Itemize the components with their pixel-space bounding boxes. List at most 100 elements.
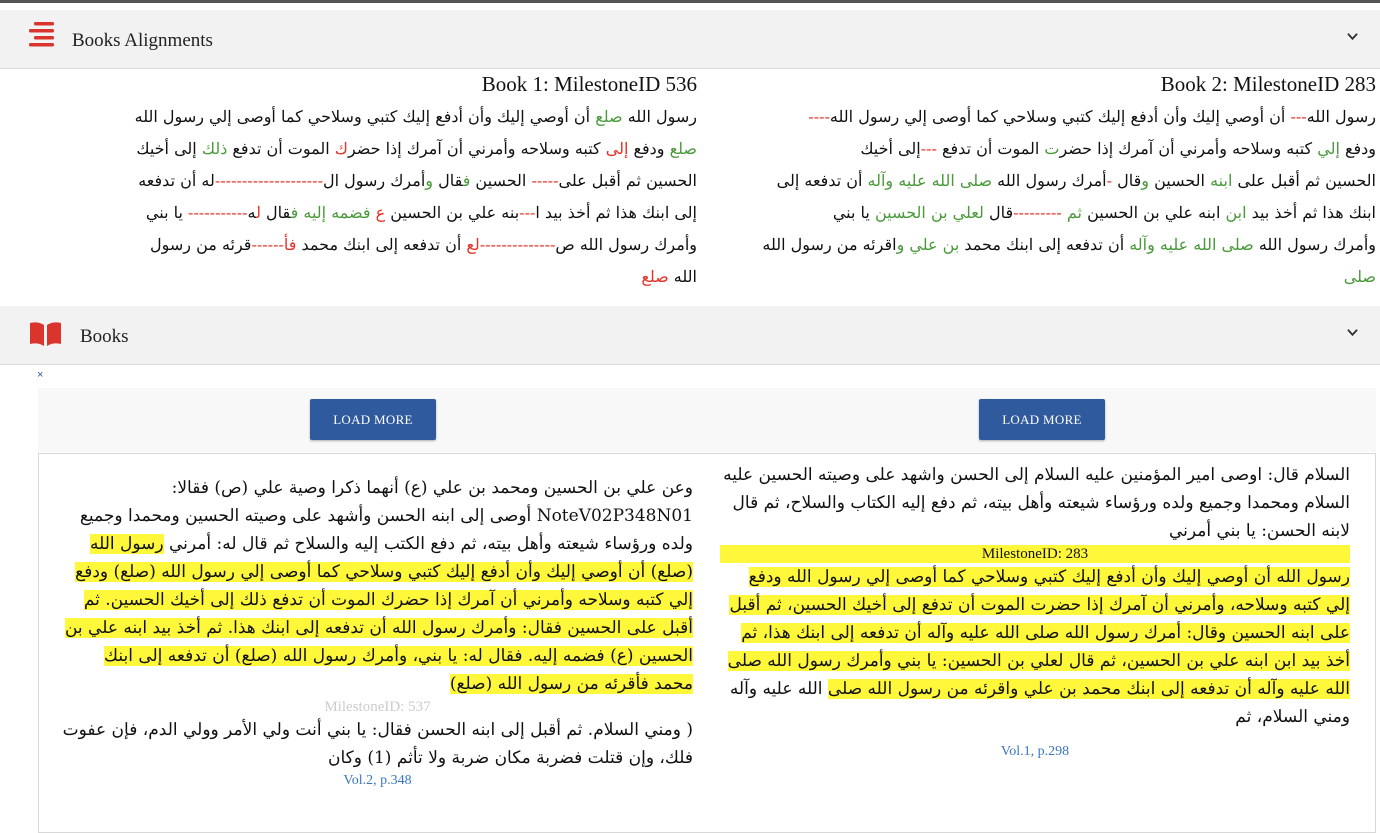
alignment-segment: ودفع bbox=[628, 139, 670, 158]
alignment-segment: ابنه علي بن الحسين bbox=[1082, 203, 1226, 222]
matched-token: صلى bbox=[1343, 267, 1376, 286]
book1-milestone-label: MilestoneID: 537 bbox=[324, 699, 431, 715]
book1-alignment-heading: Book 1: MilestoneID 536 bbox=[481, 72, 697, 96]
alignment-segment: اقرئه من رسول الله bbox=[762, 235, 897, 254]
books-panel-header[interactable]: Books bbox=[0, 306, 1380, 365]
matched-token: ذلك bbox=[201, 139, 228, 158]
mismatched-token: -------------- bbox=[479, 235, 556, 254]
alignments-panel-header[interactable]: Books Alignments bbox=[0, 10, 1380, 69]
chevron-down-icon[interactable] bbox=[1347, 31, 1358, 42]
chevron-down-icon[interactable] bbox=[1347, 327, 1358, 338]
mismatched-token: -------------------- bbox=[214, 171, 323, 190]
book2-text-before: السلام قال: اوصى امير المؤمنين عليه السل… bbox=[723, 465, 1350, 541]
load-more-toolbar bbox=[38, 388, 1376, 452]
matched-token: ابن bbox=[1225, 203, 1247, 222]
book2-load-more-button[interactable]: LOAD MORE bbox=[979, 399, 1105, 440]
alignment-segment: كتبه وسلاحه وأمرني أن آمرك إذا حضر bbox=[347, 139, 606, 158]
alignment-segment: ابنك هذا ثم أخذ بيد bbox=[1246, 203, 1376, 222]
book1-alignment-line: الله صلع bbox=[57, 261, 697, 293]
alignment-segment: أمرك رسول ال bbox=[322, 171, 426, 190]
alignment-segment: الموت أن تدفع bbox=[936, 139, 1045, 158]
alignment-segment: قال bbox=[260, 203, 291, 222]
matched-token: صلع bbox=[669, 139, 697, 158]
matched-token: ثم bbox=[1066, 203, 1082, 222]
book2-alignment-text: رسول الله--- أن أوصي إليك وأن أدفع إليك … bbox=[726, 101, 1376, 293]
open-book-icon bbox=[30, 322, 61, 346]
mismatched-token: --- bbox=[1290, 107, 1307, 126]
matched-token: ابنه bbox=[1210, 171, 1233, 190]
alignment-segment: إلى أخيك bbox=[136, 139, 202, 158]
book2-alignment-heading: Book 2: MilestoneID 283 bbox=[1160, 72, 1376, 96]
book2-page: السلام قال: اوصى امير المؤمنين عليه السل… bbox=[720, 461, 1350, 761]
matched-token: و bbox=[425, 171, 433, 190]
matched-token: إلي bbox=[1317, 139, 1340, 158]
book2-alignment-line: ابنك هذا ثم أخذ بيد ابن ابنه علي بن الحس… bbox=[726, 197, 1376, 229]
mismatched-token: --- bbox=[920, 139, 937, 158]
book2-page-text: رسول الله أن أوصي إليك وأن أدفع إليك كتب… bbox=[720, 563, 1350, 731]
alignment-segment: أن أوصي إليك وأن أدفع إليك كتبي وسلاحي ك… bbox=[134, 107, 596, 126]
alignment-segment: رسول الله bbox=[622, 107, 697, 126]
alignment-segment: الموت أن تدفع bbox=[227, 139, 335, 158]
alignment-segment: وأمرك رسول الله bbox=[1253, 235, 1376, 254]
alignment-segment: يا بني bbox=[832, 203, 875, 222]
close-icon[interactable]: × bbox=[37, 369, 43, 381]
alignment-segment: أن تدفعه إلى bbox=[776, 171, 868, 190]
book1-alignment-line: إلى ابنك هذا ثم أخذ بيد ا---بنه علي بن ا… bbox=[57, 197, 697, 229]
alignment-segment: بنه علي بن الحسين bbox=[385, 203, 520, 222]
book1-alignment-line: الحسين ثم أقبل على----- الحسين فقال وأمر… bbox=[57, 165, 697, 197]
alignment-segment: الله bbox=[668, 267, 697, 286]
mismatched-token: ----------- bbox=[188, 203, 248, 222]
book2-milestone-label: MilestoneID: 283 bbox=[720, 545, 1350, 563]
book1-alignment-line: صلع ودفع إلى كتبه وسلاحه وأمرني أن آمرك … bbox=[57, 133, 697, 165]
mismatched-token: لع bbox=[466, 235, 480, 254]
book1-volume-link[interactable]: Vol.2, p.348 bbox=[62, 772, 693, 790]
book2-alignment-line: وأمرك رسول الله صلى الله عليه وآله أن تد… bbox=[726, 229, 1376, 261]
matched-token: صلع bbox=[595, 107, 623, 126]
matched-token: صلى الله عليه bbox=[898, 171, 993, 190]
alignment-segment: إلى أخيك bbox=[860, 139, 921, 158]
alignment-segment: ه bbox=[247, 203, 257, 222]
mismatched-token: ----- bbox=[531, 171, 559, 190]
book2-alignment-line: ودفع إلي كتبه وسلاحه وأمرني أن آمرك إذا … bbox=[726, 133, 1376, 165]
alignment-segment: أمرك رسول الله bbox=[992, 171, 1107, 190]
mismatched-token: إلى bbox=[605, 139, 629, 158]
alignment-segment: الحسين bbox=[470, 171, 532, 190]
matched-token: ت bbox=[1044, 139, 1060, 158]
mismatched-token: صلع bbox=[641, 267, 669, 286]
book1-alignment-line: رسول الله صلع أن أوصي إليك وأن أدفع إليك… bbox=[57, 101, 697, 133]
book1-page: وعن علي بن الحسين ومحمد بن علي (ع) أنهما… bbox=[62, 474, 693, 790]
matched-token: فضمه إليه bbox=[303, 203, 371, 222]
alignment-segment: الحسين bbox=[1148, 171, 1211, 190]
matched-token: و bbox=[1141, 171, 1149, 190]
book1-text-before: وعن علي بن الحسين ومحمد بن علي (ع) أنهما… bbox=[79, 478, 693, 554]
mismatched-token: ك bbox=[334, 139, 348, 158]
mismatched-token: --- bbox=[519, 203, 536, 222]
alignment-segment: أن أوصي إليك وأن أدفع إليك كتبي وسلاحي ك… bbox=[829, 107, 1291, 126]
alignment-segment: أن تدفعه إلى ابنك محمد bbox=[296, 235, 467, 254]
mismatched-token: ع bbox=[375, 203, 386, 222]
alignment-segment: رسول الله bbox=[1306, 107, 1376, 126]
book1-alignment-text: رسول الله صلع أن أوصي إليك وأن أدفع إليك… bbox=[57, 101, 697, 293]
book2-volume-link[interactable]: Vol.1, p.298 bbox=[720, 743, 1350, 761]
alignment-segment: قال bbox=[983, 203, 1014, 222]
mismatched-token: --------- bbox=[1013, 203, 1062, 222]
book2-alignment-line: صلى bbox=[726, 261, 1376, 293]
book2-alignment-line: الحسين ثم أقبل على ابنه الحسين وقال -أمر… bbox=[726, 165, 1376, 197]
book2-alignment-line: رسول الله--- أن أوصي إليك وأن أدفع إليك … bbox=[726, 101, 1376, 133]
alignment-segment: أن تدفعه إلى ابنك محمد bbox=[959, 235, 1130, 254]
alignment-segment: قال bbox=[1112, 171, 1142, 190]
alignment-segment: قال bbox=[433, 171, 463, 190]
matched-token: بن علي bbox=[909, 235, 960, 254]
books-panel-title: Books bbox=[80, 326, 129, 347]
alignment-segment: يا بني bbox=[145, 203, 189, 222]
book1-page-text: وعن علي بن الحسين ومحمد بن علي (ع) أنهما… bbox=[62, 474, 693, 698]
mismatched-token: ------ bbox=[251, 235, 284, 254]
alignment-segment: إلى ابنك هذا ثم أخذ بيد ا bbox=[535, 203, 697, 222]
alignment-segment: وأمرك رسول الله ص bbox=[555, 235, 697, 254]
book1-load-more-button[interactable]: LOAD MORE bbox=[310, 399, 436, 440]
alignment-segment: الحسين ثم أقبل على bbox=[1232, 171, 1376, 190]
matched-token: صلى الله عليه وآله bbox=[1129, 235, 1254, 254]
alignment-segment: قرئه من رسول bbox=[150, 235, 252, 254]
alignments-panel-title: Books Alignments bbox=[72, 30, 213, 51]
alignment-segment: له أن تدفعه bbox=[138, 171, 215, 190]
